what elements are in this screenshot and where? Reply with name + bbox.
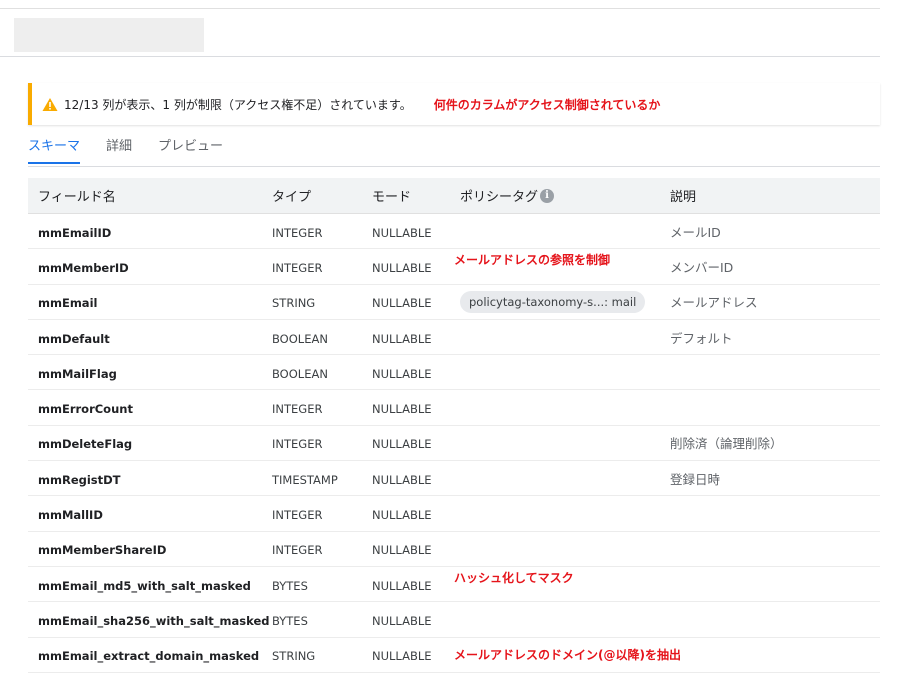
field-type: INTEGER (272, 260, 323, 275)
warning-text: 12/13 列が表示、1 列が制限（アクセス権不足）されています。 (64, 97, 412, 112)
field-mode: NULLABLE (372, 366, 432, 381)
field-mode: NULLABLE (372, 472, 432, 487)
annotation-access-count: 何件のカラムがアクセス制御されているか (433, 97, 661, 112)
annotation-hash-mask: ハッシュ化してマスク (454, 570, 574, 585)
field-type: STRING (272, 296, 316, 311)
field-description: メールアドレス (670, 295, 758, 311)
warning-icon (42, 97, 58, 112)
field-name: mmEmail_sha256_with_salt_masked (38, 613, 270, 628)
table-row[interactable]: mmEmail_sha256_with_salt_masked BYTES NULL… (28, 602, 880, 638)
field-mode: NULLABLE (372, 508, 432, 523)
field-name: mmEmailID (38, 225, 112, 240)
tab-bar: スキーマ 詳細 プレビュー (28, 138, 249, 166)
annotation-domain-extract: メールアドレスのドメイン(@以降)を抽出 (454, 647, 681, 662)
field-type: BYTES (272, 578, 308, 593)
tab-schema[interactable]: スキーマ (28, 138, 81, 164)
field-type: BOOLEAN (272, 366, 328, 381)
field-mode: NULLABLE (372, 225, 432, 240)
field-type: BYTES (272, 613, 308, 628)
field-description: 削除済（論理削除） (670, 436, 783, 452)
table-row[interactable]: mmEmail_md5_with_salt_masked BYTES NULLABL… (28, 567, 880, 603)
header-policy-tag: ポリシータグ i (460, 186, 670, 205)
field-description: デフォルト (670, 330, 733, 346)
field-type: INTEGER (272, 437, 323, 452)
field-mode: NULLABLE (372, 331, 432, 346)
table-row[interactable]: mmRegistDT TIMESTAMP NULLABLE 登録日時 (28, 461, 880, 497)
field-mode: NULLABLE (372, 402, 432, 417)
field-name: mmEmail_md5_with_salt_masked (38, 578, 251, 593)
field-name: mmErrorCount (38, 402, 133, 417)
table-row[interactable]: mmEmail_extract_domain_masked STRING NULLA… (28, 638, 880, 673)
field-mode: NULLABLE (372, 543, 432, 558)
table-row[interactable]: mmErrorCount INTEGER NULLABLE (28, 390, 880, 426)
field-name: mmEmail_extract_domain_masked (38, 649, 260, 664)
table-row[interactable]: mmMemberShareID INTEGER NULLABLE (28, 532, 880, 567)
table-header: フィールド名 タイプ モード ポリシータグ i 説明 (28, 178, 880, 214)
field-type: TIMESTAMP (272, 472, 338, 487)
table-row[interactable]: mmMemberID INTEGER NULLABLE メンバーID メールアドレスの参… (28, 249, 880, 285)
tabs-divider (28, 166, 880, 167)
field-mode: NULLABLE (372, 578, 432, 593)
field-name: mmMemberShareID (38, 543, 167, 558)
field-mode: NULLABLE (372, 613, 432, 628)
table-row[interactable]: mmDeleteFlag INTEGER NULLABLE 削除済（論理削除） (28, 426, 880, 462)
redacted-title (14, 18, 204, 52)
top-divider (0, 8, 880, 9)
field-mode: NULLABLE (372, 649, 432, 664)
field-mode: NULLABLE (372, 296, 432, 311)
field-mode: NULLABLE (372, 437, 432, 452)
field-name: mmMallID (38, 508, 103, 523)
field-type: BOOLEAN (272, 331, 328, 346)
field-type: INTEGER (272, 402, 323, 417)
header-description: 説明 (670, 190, 697, 205)
schema-table: フィールド名 タイプ モード ポリシータグ i 説明 mmEmailID INTE… (28, 178, 880, 673)
header-field-name: フィールド名 (38, 190, 116, 205)
annotation-email-ref: メールアドレスの参照を制御 (454, 253, 611, 268)
tab-preview[interactable]: プレビュー (158, 138, 223, 164)
field-name: mmRegistDT (38, 472, 121, 487)
policy-tag-cell: policytag-taxonomy-s...: mail (460, 290, 670, 313)
policy-tag-chip[interactable]: policytag-taxonomy-s...: mail (460, 290, 646, 313)
field-name: mmDeleteFlag (38, 437, 133, 452)
access-warning-banner: 12/13 列が表示、1 列が制限（アクセス権不足）されています。 何件のカラム… (28, 83, 880, 125)
field-description: 登録日時 (670, 471, 721, 487)
field-description: メールID (670, 224, 721, 240)
table-row[interactable]: mmDefault BOOLEAN NULLABLE デフォルト (28, 320, 880, 356)
field-name: mmMemberID (38, 260, 129, 275)
table-row[interactable]: mmEmailID INTEGER NULLABLE メールID (28, 214, 880, 250)
field-type: INTEGER (272, 225, 323, 240)
header-policy-tag-label: ポリシータグ (460, 190, 539, 205)
field-name: mmDefault (38, 331, 110, 346)
info-icon[interactable]: i (540, 188, 555, 203)
tab-details[interactable]: 詳細 (106, 138, 132, 164)
field-name: mmEmail (38, 296, 98, 311)
field-mode: NULLABLE (372, 260, 432, 275)
header-mode: モード (372, 190, 412, 205)
field-name: mmMailFlag (38, 366, 117, 381)
header-type: タイプ (272, 190, 312, 205)
table-row[interactable]: mmEmail STRING NULLABLE policytag-taxonomy-… (28, 285, 880, 320)
title-divider (0, 56, 880, 57)
field-type: STRING (272, 649, 316, 664)
field-description: メンバーID (670, 259, 734, 275)
table-row[interactable]: mmMallID INTEGER NULLABLE (28, 496, 880, 532)
field-type: INTEGER (272, 508, 323, 523)
table-row[interactable]: mmMailFlag BOOLEAN NULLABLE (28, 355, 880, 391)
field-type: INTEGER (272, 543, 323, 558)
